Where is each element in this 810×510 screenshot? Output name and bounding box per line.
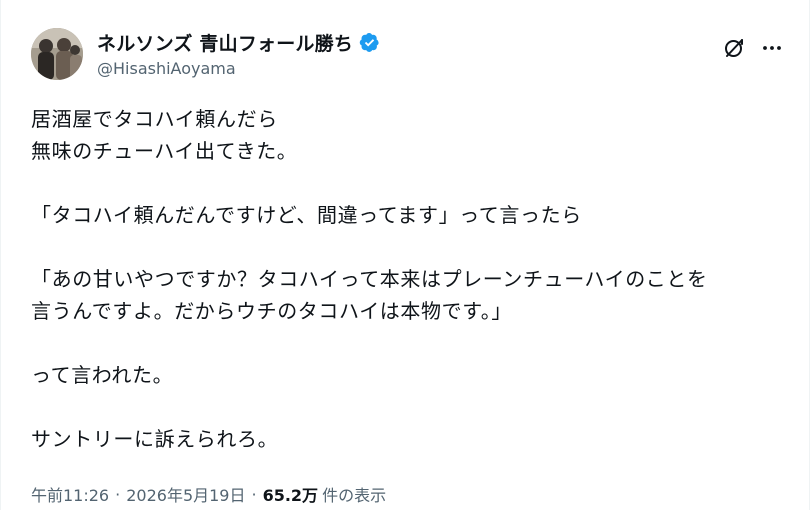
meta-separator-2: · (251, 484, 257, 504)
header-actions (717, 31, 789, 65)
verified-badge-icon[interactable] (359, 32, 380, 53)
tweet-text: 居酒屋でタコハイ頼んだら 無味のチューハイ出てきた。 「タコハイ頼んだんですけど… (31, 107, 708, 451)
grok-slash-circle-icon (725, 39, 743, 57)
tweet-card: ネルソンズ 青山フォール勝ち @HisashiAoyama 居酒屋でタコハイ頼ん… (0, 0, 810, 510)
views-count[interactable]: 65.2万 (263, 482, 318, 506)
user-names: ネルソンズ 青山フォール勝ち @HisashiAoyama (97, 29, 380, 78)
views-label: 件の表示 (322, 486, 387, 505)
tweet-time[interactable]: 午前11:26 (31, 482, 109, 506)
grok-button[interactable] (717, 31, 751, 65)
avatar[interactable] (31, 28, 83, 80)
tweet-date[interactable]: 2026年5月19日 (126, 482, 245, 506)
tweet-meta: 午前11:26 · 2026年5月19日 · 65.2万 件の表示 (31, 482, 386, 506)
more-button[interactable] (755, 31, 789, 65)
avatar-image (31, 28, 83, 80)
display-name[interactable]: ネルソンズ 青山フォール勝ち (97, 29, 353, 56)
user-handle[interactable]: @HisashiAoyama (97, 59, 380, 78)
name-row: ネルソンズ 青山フォール勝ち (97, 29, 380, 55)
more-dots-icon (763, 46, 781, 50)
meta-separator: · (115, 484, 121, 504)
tweet-header: ネルソンズ 青山フォール勝ち @HisashiAoyama (31, 27, 789, 83)
